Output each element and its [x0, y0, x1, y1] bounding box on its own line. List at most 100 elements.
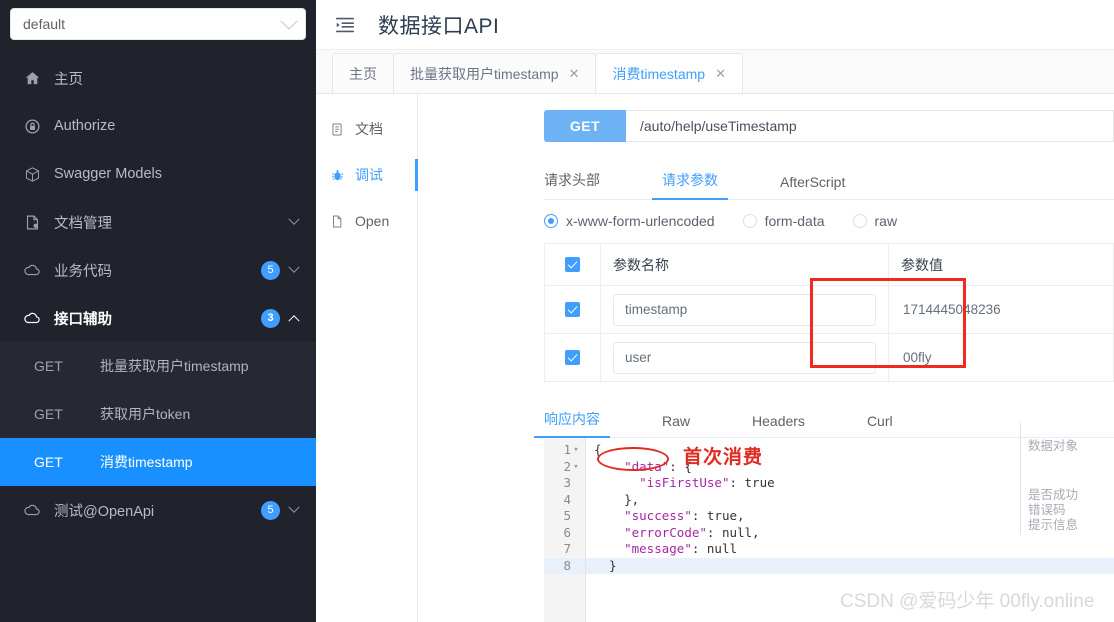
sidebar-nav: 主页 Authorize Swagger Models 文档管理 业务代码 5 … — [0, 54, 316, 534]
chevron-down-icon — [288, 261, 300, 273]
cloud-icon — [22, 260, 42, 280]
checkbox-icon[interactable] — [565, 257, 580, 272]
sidebar-item-label: Authorize — [54, 118, 116, 134]
radio-dot-icon — [852, 214, 867, 228]
lock-icon — [22, 116, 42, 136]
sidebar-item-label: 文档管理 — [54, 215, 112, 232]
row-checkbox-cell[interactable] — [545, 286, 601, 333]
annotation-data-object: 数据对象 — [1028, 439, 1079, 453]
sidebar-item-badge: 5 — [261, 500, 280, 520]
tab-after-script[interactable]: AfterScript — [780, 174, 845, 199]
tab-consume-timestamp[interactable]: 消费timestamp ✕ — [595, 53, 743, 93]
cloud-icon — [22, 308, 42, 328]
param-value-cell: 00fly — [889, 334, 1113, 381]
inner-nav: 文档 调试 Open — [316, 94, 418, 622]
environment-select[interactable]: default — [10, 8, 306, 40]
http-method-button[interactable]: GET — [544, 110, 626, 142]
gutter-line: 3 — [544, 475, 585, 492]
inner-nav-item-debug[interactable]: 调试 — [316, 152, 418, 198]
sidebar-sub-list: GET 批量获取用户timestamp GET 获取用户token GET 消费… — [0, 342, 316, 486]
radio-dot-icon — [544, 214, 558, 228]
table-row: timestamp 1714445048236 — [545, 286, 1113, 334]
row-checkbox-cell[interactable] — [545, 334, 601, 381]
file-icon — [330, 214, 348, 229]
tab-label: 批量获取用户timestamp — [410, 65, 559, 82]
sidebar-subitem-consume-timestamp[interactable]: GET 消费timestamp — [0, 438, 316, 486]
param-value-input[interactable]: 00fly — [901, 341, 1101, 374]
inner-nav-label: 调试 — [355, 167, 383, 183]
inner-nav-item-doc[interactable]: 文档 — [316, 106, 417, 152]
sidebar-subitem-label: 获取用户token — [100, 406, 191, 422]
sidebar-subitem-label: 消费timestamp — [100, 454, 193, 470]
param-name-input[interactable]: timestamp — [613, 293, 876, 326]
fold-toggle-icon[interactable]: ▾ — [571, 459, 581, 476]
tab-response-curl[interactable]: Curl — [867, 413, 893, 437]
param-value-input[interactable]: 1714445048236 — [901, 293, 1101, 326]
radio-dot-icon — [742, 214, 757, 228]
tab-response-raw[interactable]: Raw — [662, 413, 690, 437]
line-number: 4 — [563, 491, 571, 507]
tab-home[interactable]: 主页 — [332, 53, 394, 93]
sidebar-subitem-batch-get-user-timestamp[interactable]: GET 批量获取用户timestamp — [0, 342, 316, 390]
sidebar-item-test-openapi[interactable]: 测试@OpenApi 5 — [0, 486, 316, 534]
gutter-line: 8 — [544, 557, 585, 574]
top-bar: 数据接口API — [316, 0, 1114, 50]
fold-toggle-icon[interactable]: ▾ — [571, 442, 581, 459]
chevron-down-icon — [288, 213, 300, 225]
radio-raw[interactable]: raw — [852, 213, 898, 229]
line-number: 1 — [563, 442, 571, 457]
sidebar-subitem-get-user-token[interactable]: GET 获取用户token — [0, 390, 316, 438]
sidebar-item-label: 业务代码 — [54, 263, 112, 280]
sidebar-item-home[interactable]: 主页 — [0, 54, 316, 102]
sidebar-item-document-management[interactable]: 文档管理 — [0, 198, 316, 246]
menu-collapse-icon[interactable] — [334, 14, 356, 36]
checkbox-icon[interactable] — [565, 350, 580, 365]
chevron-up-icon — [288, 315, 300, 327]
select-all-cell[interactable] — [545, 244, 601, 285]
column-header-param-value: 参数值 — [901, 256, 943, 273]
param-name-input[interactable]: user — [613, 341, 876, 374]
radio-label: raw — [874, 213, 898, 229]
tab-bar: 主页 批量获取用户timestamp ✕ 消费timestamp ✕ — [316, 50, 1114, 94]
tab-request-headers[interactable]: 请求头部 — [544, 170, 600, 199]
line-number: 3 — [563, 475, 571, 490]
sidebar-item-label: 测试@OpenApi — [54, 503, 155, 520]
param-name-cell: timestamp — [601, 286, 889, 333]
tab-label: 消费timestamp — [612, 65, 706, 82]
sidebar-item-authorize[interactable]: Authorize — [0, 102, 316, 150]
gutter-line: 4 — [544, 492, 585, 509]
chevron-down-icon — [280, 12, 298, 30]
sidebar-item-business-code[interactable]: 业务代码 5 — [0, 246, 316, 294]
tab-response-headers[interactable]: Headers — [752, 413, 805, 437]
sidebar-item-swagger-models[interactable]: Swagger Models — [0, 150, 316, 198]
watermark: CSDN @爱码少年 00fly.online — [840, 591, 1095, 612]
radio-x-www-form-urlencoded[interactable]: x-www-form-urlencoded — [544, 213, 715, 229]
environment-select-value: default — [23, 16, 66, 32]
cloud-icon — [22, 500, 42, 520]
tab-response-body[interactable]: 响应内容 — [534, 409, 610, 438]
column-header-param-name: 参数名称 — [601, 244, 889, 285]
close-icon[interactable]: ✕ — [715, 67, 726, 80]
url-row: GET /auto/help/useTimestamp — [544, 110, 1114, 142]
tab-batch-get-user-timestamp[interactable]: 批量获取用户timestamp ✕ — [393, 53, 597, 93]
line-number: 8 — [563, 557, 571, 573]
code-line: "message": null — [624, 541, 737, 556]
inner-nav-label: 文档 — [355, 121, 383, 137]
tab-label: 主页 — [349, 65, 377, 82]
checkbox-icon[interactable] — [565, 302, 580, 317]
code-line: "data": { — [624, 458, 692, 474]
radio-form-data[interactable]: form-data — [742, 213, 825, 229]
http-method-label: GET — [34, 406, 63, 422]
tab-request-params[interactable]: 请求参数 — [652, 170, 728, 200]
http-method-label: GET — [34, 358, 63, 374]
sidebar-subitem-label: 批量获取用户timestamp — [100, 358, 249, 374]
line-number: 7 — [563, 541, 571, 556]
url-input[interactable]: /auto/help/useTimestamp — [626, 110, 1114, 142]
close-icon[interactable]: ✕ — [569, 67, 580, 80]
sidebar-item-interface-helper[interactable]: 接口辅助 3 — [0, 294, 316, 342]
inner-nav-item-open[interactable]: Open — [316, 198, 417, 244]
sidebar: default 主页 Authorize Swagger Models 文档管理… — [0, 0, 316, 622]
chevron-down-icon — [288, 501, 300, 513]
request-sub-tabs: 请求头部 请求参数 AfterScript — [544, 162, 1114, 200]
param-value-cell: 1714445048236 — [889, 286, 1113, 333]
